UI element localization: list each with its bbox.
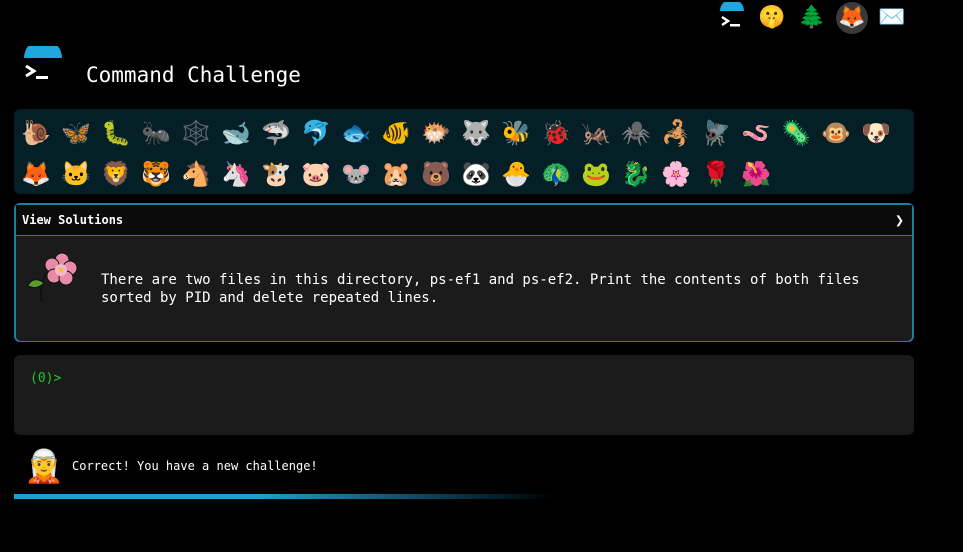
terminal-input[interactable]: (0)> <box>14 355 914 435</box>
cat-icon[interactable]: 🐱 <box>56 154 96 194</box>
worm-icon[interactable]: 🪱 <box>736 113 776 153</box>
fish-icon[interactable]: 🐟 <box>336 113 376 153</box>
bear-icon[interactable]: 🐻 <box>416 154 456 194</box>
app-logo-icon <box>20 39 66 92</box>
peacock-icon[interactable]: 🦚 <box>536 154 576 194</box>
envelope-icon[interactable]: ✉️ <box>876 2 908 34</box>
hamster-icon[interactable]: 🐹 <box>376 154 416 194</box>
view-solutions-toggle[interactable]: View Solutions ❯ <box>16 205 912 236</box>
ant-icon[interactable]: 🐜 <box>136 113 176 153</box>
mouse-icon[interactable]: 🐭 <box>336 154 376 194</box>
bee-icon[interactable]: 🐝 <box>496 113 536 153</box>
status-text: Correct! You have a new challenge! <box>72 459 318 473</box>
shark-icon[interactable]: 🦈 <box>256 113 296 153</box>
snail-icon[interactable]: 🐌 <box>16 113 56 153</box>
rose-icon[interactable]: 🌹 <box>696 154 736 194</box>
caterpillar-icon[interactable]: 🐛 <box>96 113 136 153</box>
fly-icon[interactable]: 🪰 <box>696 113 736 153</box>
spider-icon[interactable]: 🕷️ <box>616 113 656 153</box>
animal-progress-grid: 🐌 🦋 🐛 🐜 🕸️ 🐋 🦈 🐬 🐟 🐠 🐡 🐺 🐝 🐞 🦗 🕷️ 🦂 🪰 🪱 🦠 🐵 🐶 🦊 🐱 🦁 🐯 🐴 🦄 🐮 🐷 🐭 🐹 🐻 🐼 🐣 🦚 🐸 🐉… <box>14 109 914 194</box>
hibiscus-icon[interactable]: 🌺 <box>736 154 776 194</box>
shushing-face-icon[interactable]: 🤫 <box>756 2 788 34</box>
whale-icon[interactable]: 🐋 <box>216 113 256 153</box>
spider-web-icon[interactable]: 🕸️ <box>176 113 216 153</box>
dragon-icon[interactable]: 🐉 <box>616 154 656 194</box>
panda-icon[interactable]: 🐼 <box>456 154 496 194</box>
fox-icon[interactable]: 🦊 <box>16 154 56 194</box>
terminal-logo-icon[interactable] <box>716 2 748 34</box>
evergreen-tree-icon[interactable]: 🌲 <box>796 2 828 34</box>
elf-icon: 🧝 <box>24 447 64 485</box>
dolphin-icon[interactable]: 🐬 <box>296 113 336 153</box>
tropical-fish-icon[interactable]: 🐠 <box>376 113 416 153</box>
top-nav: 🤫 🌲 🦊 ✉️ <box>716 2 908 34</box>
cow-icon[interactable]: 🐮 <box>256 154 296 194</box>
unicorn-icon[interactable]: 🦄 <box>216 154 256 194</box>
blowfish-icon[interactable]: 🐡 <box>416 113 456 153</box>
progress-bar <box>14 494 554 499</box>
butterfly-icon[interactable]: 🦋 <box>56 113 96 153</box>
challenge-body: There are two files in this directory, p… <box>16 236 912 341</box>
horse-icon[interactable]: 🐴 <box>176 154 216 194</box>
scorpion-icon[interactable]: 🦂 <box>656 113 696 153</box>
hibiscus-icon <box>24 246 80 303</box>
cherry-blossom-icon[interactable]: 🌸 <box>656 154 696 194</box>
tiger-icon[interactable]: 🐯 <box>136 154 176 194</box>
ladybug-icon[interactable]: 🐞 <box>536 113 576 153</box>
page-title: Command Challenge <box>86 63 301 87</box>
microbe-icon[interactable]: 🦠 <box>776 113 816 153</box>
solutions-panel: View Solutions ❯ There are two files in … <box>14 203 914 342</box>
terminal-prompt: (0)> <box>30 371 62 386</box>
gitlab-fox-icon[interactable]: 🦊 <box>836 2 868 34</box>
chevron-right-icon[interactable]: ❯ <box>895 211 904 229</box>
challenge-description: There are two files in this directory, p… <box>101 272 860 306</box>
view-solutions-label: View Solutions <box>22 213 124 227</box>
frog-icon[interactable]: 🐸 <box>576 154 616 194</box>
pig-icon[interactable]: 🐷 <box>296 154 336 194</box>
hatching-chick-icon[interactable]: 🐣 <box>496 154 536 194</box>
status-message: 🧝 Correct! You have a new challenge! <box>24 446 318 486</box>
wolf-icon[interactable]: 🐺 <box>456 113 496 153</box>
cricket-icon[interactable]: 🦗 <box>576 113 616 153</box>
dog-icon[interactable]: 🐶 <box>856 113 896 153</box>
lion-icon[interactable]: 🦁 <box>96 154 136 194</box>
monkey-icon[interactable]: 🐵 <box>816 113 856 153</box>
